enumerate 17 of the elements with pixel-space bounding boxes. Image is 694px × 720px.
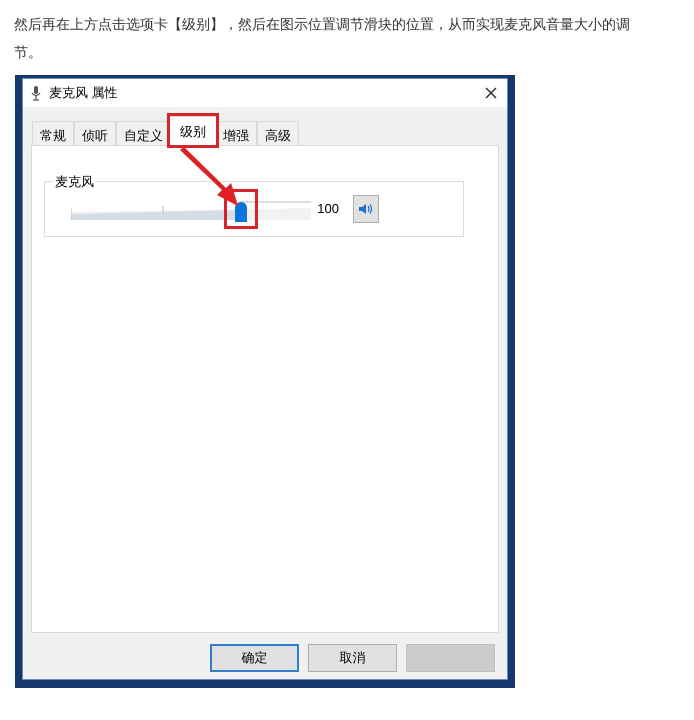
microphone-icon: [31, 85, 41, 101]
tab[interactable]: 侦听: [74, 121, 116, 145]
highlight-box: [167, 113, 219, 148]
close-icon[interactable]: [485, 87, 497, 99]
level-reading: 100: [316, 200, 339, 218]
dialog-button[interactable]: 取消: [308, 644, 397, 672]
speaker-icon: [358, 203, 374, 215]
tab[interactable]: 常规: [32, 121, 74, 145]
tab[interactable]: 级别: [169, 116, 217, 146]
window-title: 麦克风 属性: [49, 84, 118, 102]
dialog-button[interactable]: 确定: [210, 644, 299, 672]
slider-thumb[interactable]: [235, 202, 248, 222]
arrow: [178, 148, 240, 208]
article-paragraph: 然后再在上方点击选项卡【级别】，然后在图示位置调节滑块的位置，从而实现麦克风音量大小的调节。: [14, 15, 631, 62]
tab[interactable]: 高级: [257, 121, 299, 145]
volume-slider[interactable]: [71, 189, 311, 229]
mute-button[interactable]: [353, 195, 379, 223]
